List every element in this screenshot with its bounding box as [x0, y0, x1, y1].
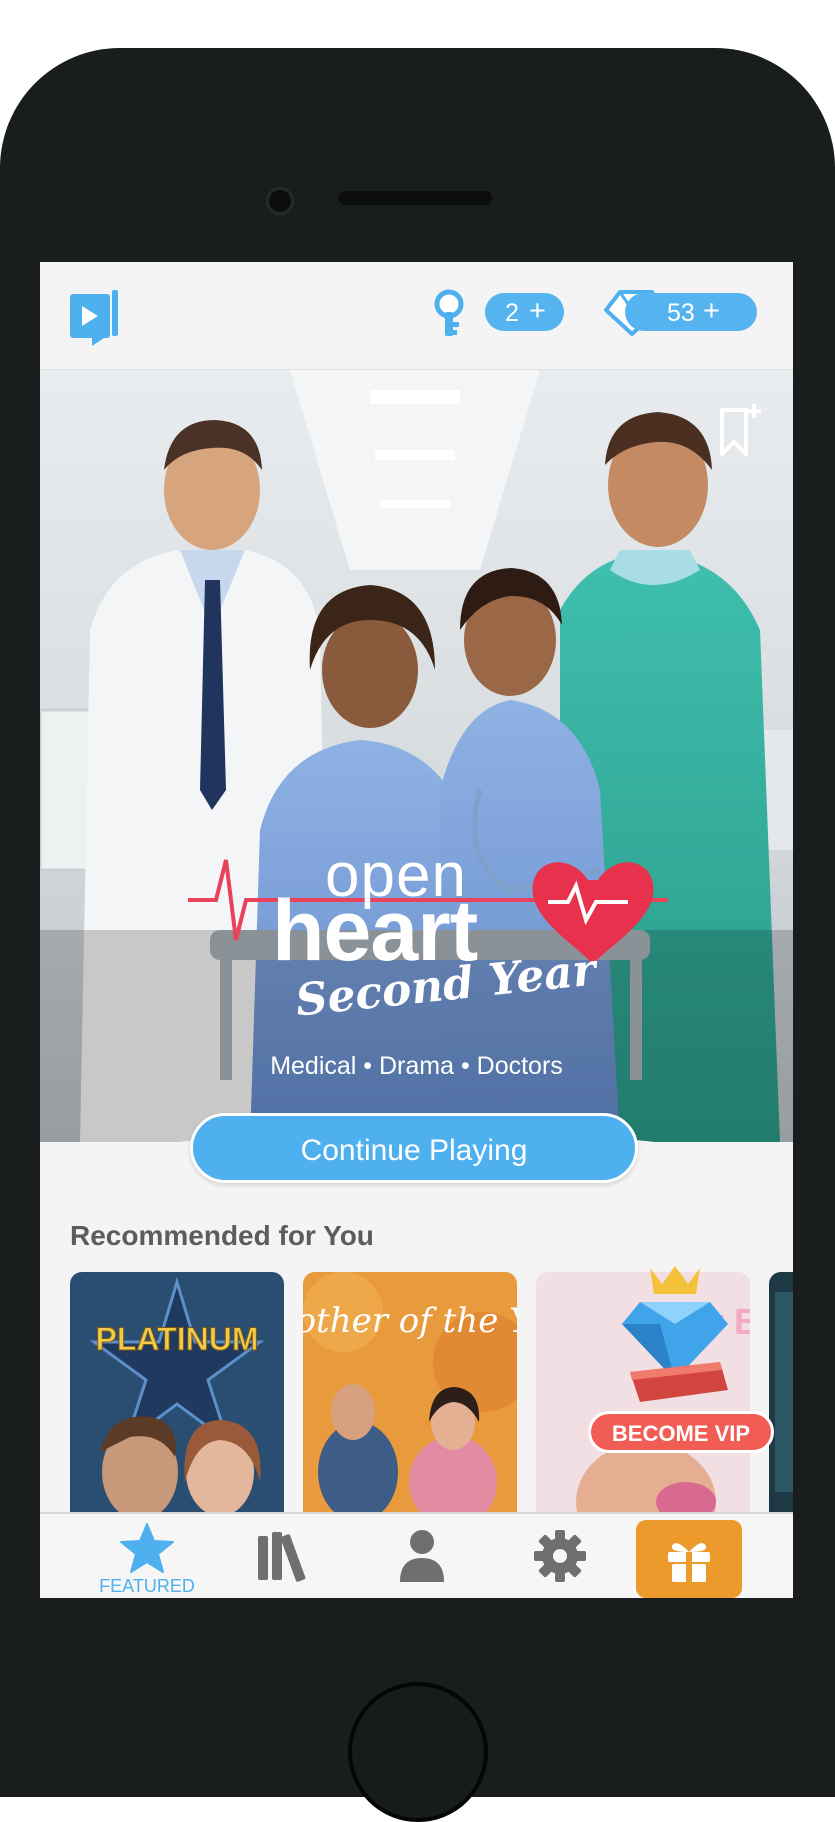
phone-frame: 2 + 53 + open heart Second Year Medical …	[0, 48, 835, 1822]
speaker-grille	[338, 191, 492, 205]
top-bar: 2 + 53 +	[40, 262, 793, 371]
keys-count: 2	[505, 299, 519, 327]
story-genres: Medical • Drama • Doctors	[270, 1052, 563, 1080]
front-camera	[266, 187, 294, 215]
gift-icon	[668, 1543, 710, 1582]
partial-cover-art	[769, 1272, 793, 1512]
bottom-tab-bar: FEATURED	[40, 1512, 793, 1598]
recommended-card-platinum[interactable]: PLATINUM	[70, 1272, 284, 1512]
library-books-icon	[258, 1532, 306, 1582]
tab-library[interactable]	[252, 1514, 312, 1598]
tab-settings[interactable]	[530, 1514, 590, 1598]
app-logo-icon[interactable]	[68, 288, 120, 346]
app-screen: 2 + 53 + open heart Second Year Medical …	[40, 262, 793, 1598]
gems-counter-button[interactable]: 53 +	[625, 293, 757, 331]
vip-diamond-book-icon[interactable]	[600, 1262, 750, 1412]
recommended-card-partial[interactable]	[769, 1272, 793, 1512]
featured-story-banner[interactable]: open heart Second Year Medical • Drama •…	[40, 370, 793, 1142]
tab-featured[interactable]: FEATURED	[92, 1514, 202, 1598]
platinum-title: PLATINUM	[96, 1321, 259, 1357]
tab-profile[interactable]	[392, 1514, 452, 1598]
recommended-section-title: Recommended for You	[70, 1220, 374, 1251]
star-icon	[120, 1523, 174, 1573]
platinum-cover-art: PLATINUM	[70, 1272, 284, 1512]
continue-playing-label: Continue Playing	[300, 1134, 528, 1167]
mother-of-the-year-cover-art: Mother of the Year	[303, 1272, 517, 1512]
tab-rewards[interactable]	[636, 1520, 742, 1598]
gems-count: 53	[667, 299, 695, 327]
home-button[interactable]	[348, 1682, 488, 1822]
keys-counter-button[interactable]: 2 +	[485, 293, 564, 331]
recommended-card-mother-of-the-year[interactable]: Mother of the Year	[303, 1272, 517, 1512]
bookmark-add-icon[interactable]	[716, 402, 762, 460]
become-vip-button[interactable]: BECOME VIP	[588, 1411, 774, 1453]
mother-of-the-year-title: Mother of the Year	[303, 1301, 517, 1341]
key-icon	[434, 289, 464, 336]
keys-plus-icon: +	[529, 295, 546, 327]
gear-icon	[534, 1530, 586, 1582]
gems-plus-icon: +	[703, 295, 720, 327]
continue-playing-button[interactable]: Continue Playing	[190, 1113, 638, 1183]
story-cover-art	[40, 370, 793, 1142]
tab-featured-label: FEATURED	[99, 1576, 195, 1596]
person-icon	[400, 1530, 444, 1582]
